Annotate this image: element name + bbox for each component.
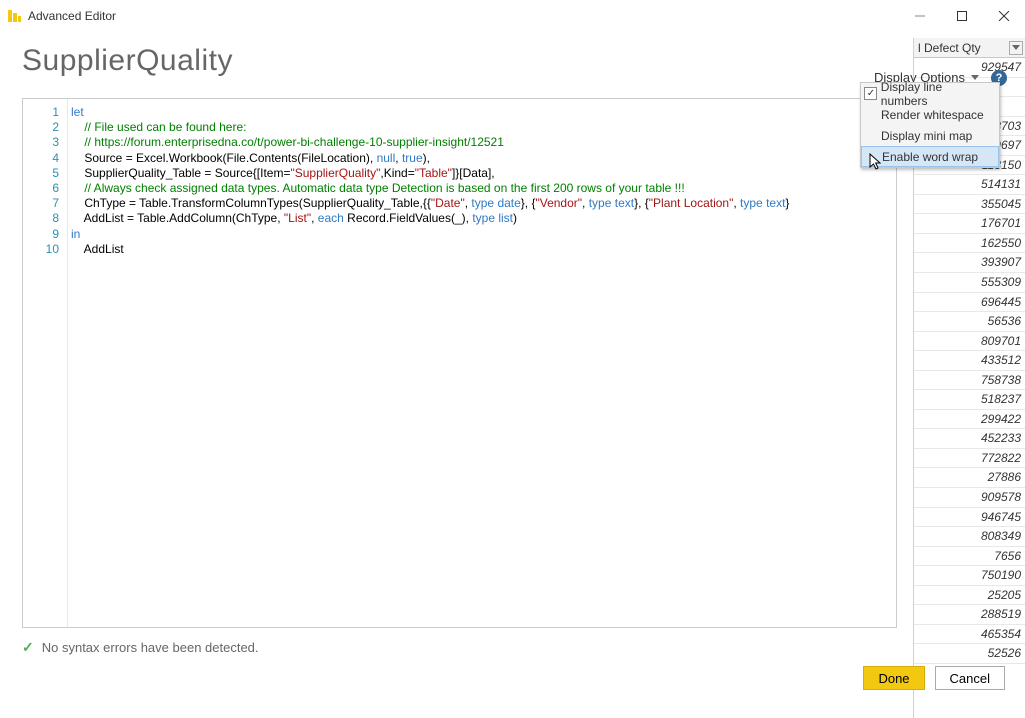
cell[interactable]: 518237 — [914, 390, 1025, 410]
cell[interactable]: 465354 — [914, 625, 1025, 645]
menu-label: Display mini map — [881, 129, 972, 143]
footer-buttons: Done Cancel — [863, 666, 1005, 690]
menu-item-mini-map[interactable]: Display mini map — [861, 125, 999, 146]
cell[interactable]: 162550 — [914, 234, 1025, 254]
cell[interactable]: 433512 — [914, 351, 1025, 371]
maximize-button[interactable] — [941, 0, 983, 32]
cell[interactable]: 288519 — [914, 605, 1025, 625]
cell[interactable]: 56536 — [914, 312, 1025, 332]
menu-item-whitespace[interactable]: Render whitespace — [861, 104, 999, 125]
done-button[interactable]: Done — [863, 666, 924, 690]
cell[interactable]: 772822 — [914, 449, 1025, 469]
checkbox-on-icon — [864, 87, 877, 100]
cell[interactable]: 355045 — [914, 195, 1025, 215]
cell[interactable]: 299422 — [914, 410, 1025, 430]
close-button[interactable] — [983, 0, 1025, 32]
cell[interactable]: 909578 — [914, 488, 1025, 508]
cell[interactable]: 27886 — [914, 468, 1025, 488]
window-buttons — [899, 0, 1025, 32]
cell[interactable]: 946745 — [914, 508, 1025, 528]
code-area[interactable]: let // File used can be found here: // h… — [71, 99, 896, 627]
minimize-button[interactable] — [899, 0, 941, 32]
cell[interactable]: 758738 — [914, 371, 1025, 391]
menu-item-line-numbers[interactable]: Display line numbers — [861, 83, 999, 104]
app-icon — [6, 8, 22, 24]
cell[interactable]: 393907 — [914, 253, 1025, 273]
menu-label: Display line numbers — [881, 80, 991, 108]
cell[interactable]: 555309 — [914, 273, 1025, 293]
mouse-cursor-icon — [869, 153, 883, 171]
cell[interactable]: 25205 — [914, 586, 1025, 606]
cell[interactable]: 514131 — [914, 175, 1025, 195]
checkmark-icon: ✓ — [22, 639, 34, 656]
status-text: No syntax errors have been detected. — [42, 640, 259, 655]
menu-label: Render whitespace — [881, 108, 984, 122]
cell[interactable]: 809701 — [914, 332, 1025, 352]
cell[interactable]: 176701 — [914, 214, 1025, 234]
column-dropdown-button[interactable] — [1009, 41, 1023, 55]
code-editor[interactable]: 12345678910 let // File used can be foun… — [22, 98, 897, 628]
cell[interactable]: 52526 — [914, 644, 1025, 664]
menu-label: Enable word wrap — [882, 150, 978, 164]
cell[interactable]: 808349 — [914, 527, 1025, 547]
column-header[interactable]: l Defect Qty — [914, 38, 1025, 58]
titlebar: Advanced Editor — [0, 0, 1025, 32]
status-bar: ✓ No syntax errors have been detected. — [22, 639, 259, 656]
cell[interactable]: 7656 — [914, 547, 1025, 567]
cell[interactable]: 696445 — [914, 293, 1025, 313]
column-header-label: l Defect Qty — [918, 41, 981, 55]
line-gutter: 12345678910 — [23, 99, 63, 627]
cancel-button[interactable]: Cancel — [935, 666, 1005, 690]
window-title: Advanced Editor — [28, 9, 899, 23]
cell[interactable]: 750190 — [914, 566, 1025, 586]
cell[interactable]: 452233 — [914, 429, 1025, 449]
